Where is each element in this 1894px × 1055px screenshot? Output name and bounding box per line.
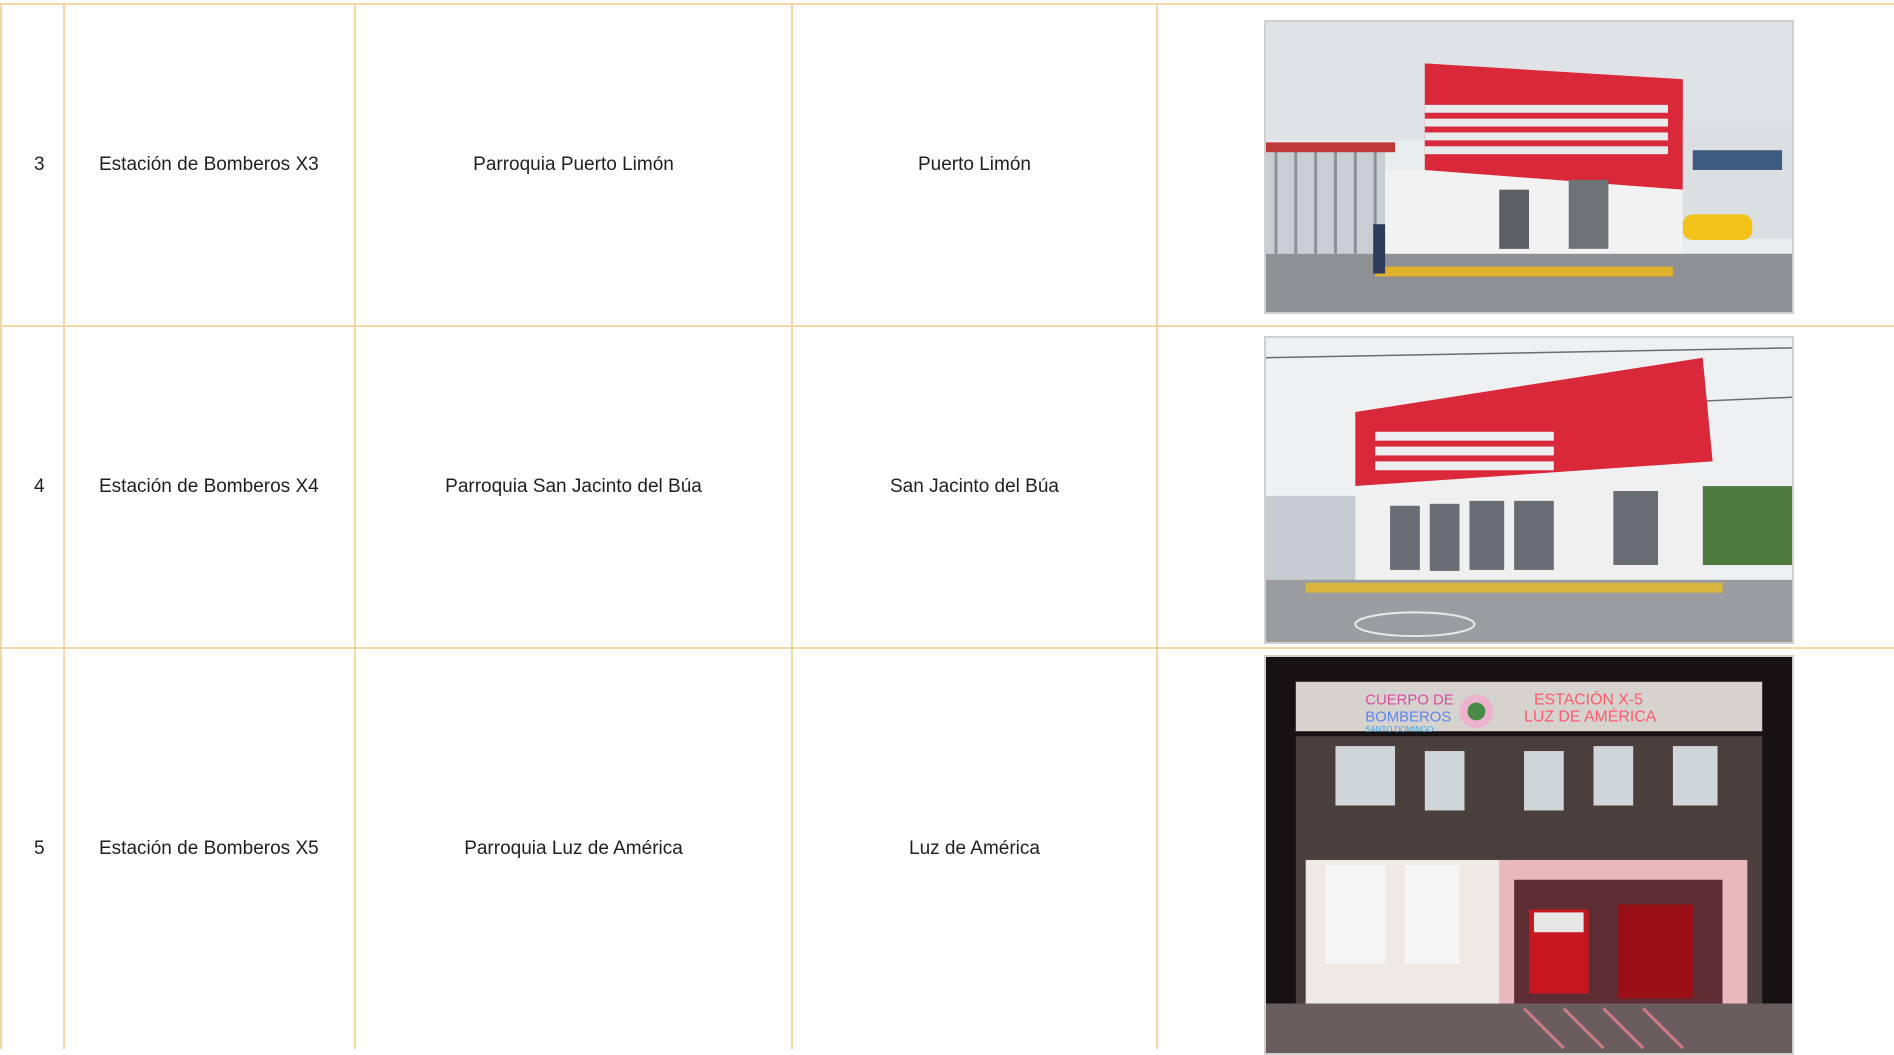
location-name: Puerto Limón [791, 3, 1156, 325]
sign-right-line2: LUZ DE AMÉRICA [1524, 706, 1657, 725]
station-photo: CUERPO DE BOMBEROS SANTO DOMINGO ESTACIÓ… [1264, 655, 1794, 1055]
table-row: 3 Estación de Bomberos X3 Parroquia Puer… [0, 3, 1894, 325]
table-row: 4 Estación de Bomberos X4 Parroquia San … [0, 325, 1894, 647]
parish-name: Parroquia Luz de América [354, 647, 791, 1049]
station-photo [1264, 336, 1794, 644]
row-number: 5 [0, 647, 63, 1049]
location-name: Luz de América [791, 647, 1156, 1049]
station-photo [1264, 20, 1794, 314]
table-row: 5 Estación de Bomberos X5 Parroquia Luz … [0, 647, 1894, 1055]
station-name: Estación de Bomberos X3 [63, 3, 354, 325]
photo-cell [1156, 3, 1894, 325]
station-name: Estación de Bomberos X4 [63, 325, 354, 647]
sign-right-line1: ESTACIÓN X-5 [1534, 690, 1643, 709]
photo-cell: CUERPO DE BOMBEROS SANTO DOMINGO ESTACIÓ… [1156, 647, 1894, 1055]
row-number: 4 [0, 325, 63, 647]
photo-cell [1156, 325, 1894, 647]
station-name: Estación de Bomberos X5 [63, 647, 354, 1049]
parish-name: Parroquia Puerto Limón [354, 3, 791, 325]
row-number: 3 [0, 3, 63, 325]
parish-name: Parroquia San Jacinto del Búa [354, 325, 791, 647]
sign-left-line2: BOMBEROS [1365, 709, 1451, 725]
sign-left-line3: SANTO DOMINGO [1365, 725, 1433, 734]
stations-table: 3 Estación de Bomberos X3 Parroquia Puer… [0, 0, 1894, 1055]
location-name: San Jacinto del Búa [791, 325, 1156, 647]
sign-left-line1: CUERPO DE [1365, 693, 1454, 709]
